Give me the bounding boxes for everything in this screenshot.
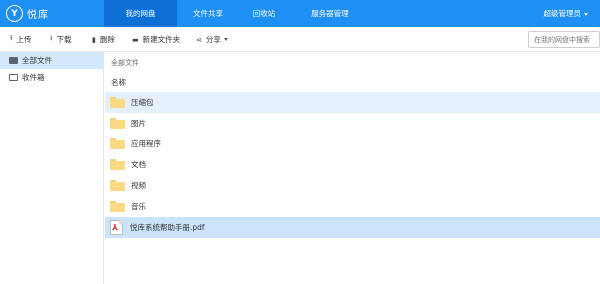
new-folder-icon: ▬ xyxy=(132,35,139,44)
folder-icon xyxy=(110,117,125,129)
share-icon: ⋖ xyxy=(196,35,202,44)
sidebar-item-all-files[interactable]: 全部文件 xyxy=(0,52,103,69)
logo-icon: Y xyxy=(6,5,23,22)
column-header-name[interactable]: 名称 xyxy=(111,77,126,88)
upload-icon: ⭱ xyxy=(10,34,13,42)
sidebar-item-label: 全部文件 xyxy=(22,56,52,65)
folder-icon xyxy=(110,159,125,171)
file-name[interactable]: 音乐 xyxy=(131,201,146,212)
download-icon: ⭳ xyxy=(50,34,53,42)
upload-label: 上传 xyxy=(16,35,32,44)
chevron-down-icon xyxy=(584,12,588,16)
file-name[interactable]: 悦库系统帮助手册.pdf xyxy=(130,222,205,233)
file-name[interactable]: 压缩包 xyxy=(131,97,154,108)
file-name[interactable]: 应用程序 xyxy=(131,138,161,149)
nav-server-admin[interactable]: 服务器管理 xyxy=(296,0,364,27)
file-row[interactable]: 音乐 xyxy=(105,196,600,217)
new-folder-button[interactable]: ▬ 新建文件夹 xyxy=(132,27,180,52)
share-button[interactable]: ⋖ 分享 xyxy=(196,27,228,52)
chevron-down-icon xyxy=(223,38,228,41)
user-name: 超级管理员 xyxy=(543,9,582,18)
file-name[interactable]: 文档 xyxy=(131,159,146,170)
nav-file-share[interactable]: 文件共享 xyxy=(177,0,239,27)
file-name[interactable]: 视频 xyxy=(131,180,146,191)
nav-recycle-bin[interactable]: 回收站 xyxy=(239,0,289,27)
sidebar-item-inbox[interactable]: 收件箱 xyxy=(0,69,103,86)
file-row[interactable]: 图片 xyxy=(105,113,600,134)
top-navbar: Y 悦库 我的网盘 文件共享 回收站 服务器管理 超级管理员 xyxy=(0,0,600,27)
file-row[interactable]: 视频 xyxy=(105,175,600,196)
file-row[interactable]: 压缩包 xyxy=(105,92,600,113)
sidebar-item-label: 收件箱 xyxy=(22,73,45,82)
search-input[interactable] xyxy=(528,31,600,48)
trash-icon: ▮ xyxy=(92,35,96,44)
folder-icon xyxy=(9,57,18,64)
delete-label: 删除 xyxy=(99,35,115,44)
toolbar: ⭱ 上传 ⭳ 下载 ▮ 删除 ▬ 新建文件夹 ⋖ 分享 xyxy=(0,27,600,52)
download-label: 下载 xyxy=(56,35,72,44)
folder-icon xyxy=(110,138,125,150)
folder-icon xyxy=(110,200,125,212)
download-button[interactable]: ⭳ 下载 xyxy=(50,27,71,52)
folder-icon xyxy=(110,96,125,108)
logo[interactable]: Y 悦库 xyxy=(6,4,49,23)
upload-button[interactable]: ⭱ 上传 xyxy=(10,27,31,52)
share-label: 分享 xyxy=(205,35,221,44)
file-list: 压缩包 图片 应用程序 文档 视频 音乐 ⅄ 悦库系统帮助手册.pdf xyxy=(105,92,600,238)
logo-text: 悦库 xyxy=(27,10,49,21)
file-name[interactable]: 图片 xyxy=(131,118,146,129)
user-menu[interactable]: 超级管理员 xyxy=(543,0,588,27)
new-folder-label: 新建文件夹 xyxy=(142,35,181,44)
delete-button[interactable]: ▮ 删除 xyxy=(92,27,115,52)
breadcrumb[interactable]: 全部文件 xyxy=(111,58,139,68)
sidebar: 全部文件 收件箱 xyxy=(0,52,104,284)
file-row[interactable]: 应用程序 xyxy=(105,134,600,155)
file-list-panel: 全部文件 名称 压缩包 图片 应用程序 文档 视频 音乐 ⅄ 悦库系统帮助手册. xyxy=(105,52,600,284)
file-row[interactable]: 文档 xyxy=(105,154,600,175)
folder-icon xyxy=(110,180,125,192)
nav-my-drive[interactable]: 我的网盘 xyxy=(104,0,177,27)
inbox-icon xyxy=(9,74,18,81)
pdf-file-icon: ⅄ xyxy=(110,219,123,235)
file-row[interactable]: ⅄ 悦库系统帮助手册.pdf xyxy=(105,216,600,238)
